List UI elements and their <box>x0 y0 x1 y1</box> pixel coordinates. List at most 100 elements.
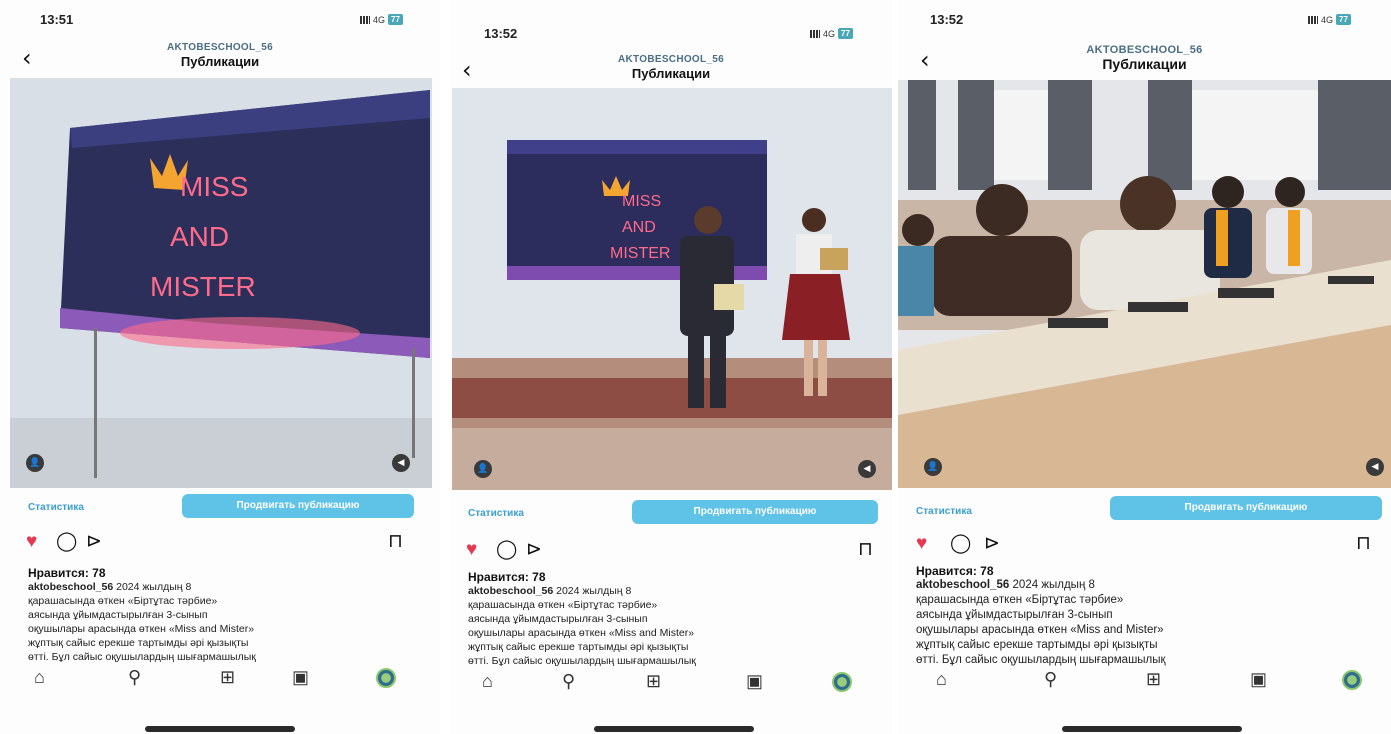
like-heart-icon[interactable]: ♥ <box>916 534 927 553</box>
comment-icon[interactable]: ◯ <box>56 532 77 551</box>
screen-text-and: AND <box>622 219 656 236</box>
bottom-tab-bar: ⌂ ⚲ ⊞ ▣ <box>34 668 404 698</box>
stage-performance-image: MISS AND MISTER <box>452 88 892 490</box>
bookmark-icon[interactable]: ⊓ <box>1356 534 1371 553</box>
search-icon[interactable]: ⚲ <box>562 672 575 690</box>
profile-avatar-icon[interactable] <box>1342 670 1362 690</box>
network-type: 4G <box>373 14 386 25</box>
caption-line: 2024 жылдың 8 <box>1009 579 1095 591</box>
battery-icon: 77 <box>1336 14 1351 25</box>
profile-avatar-icon[interactable] <box>376 668 396 688</box>
share-icon[interactable]: ⊳ <box>86 532 102 551</box>
caption-line: 2024 жылдың 8 <box>553 585 632 597</box>
caption-line: жұптық сайыс ерекше тартымды әрі қызықты <box>916 639 1158 651</box>
search-icon[interactable]: ⚲ <box>1044 670 1057 688</box>
post-photo[interactable]: MISS AND MISTER 👤 ◀ <box>452 88 892 490</box>
post-caption: aktobeschool_56 2024 жылдың 8 қарашасынд… <box>916 578 1378 668</box>
caption-line: қарашасында өткен «Біртұтас тәрбие» <box>28 595 218 607</box>
bookmark-icon[interactable]: ⊓ <box>858 540 873 559</box>
signal-indicator: 4G 77 <box>810 28 853 39</box>
share-icon[interactable]: ⊳ <box>526 540 542 559</box>
home-indicator[interactable] <box>145 726 295 732</box>
page-title: Публикации <box>631 66 711 81</box>
signal-bars-icon <box>810 29 820 38</box>
caption-line: аясында ұйымдастырылған 3-сынып <box>28 609 208 621</box>
statistics-link[interactable]: Статистика <box>916 506 972 517</box>
caption-line: аясында ұйымдастырылған 3-сынып <box>916 609 1113 621</box>
audience-image <box>898 80 1391 488</box>
reels-icon[interactable]: ▣ <box>746 672 763 690</box>
screen-text-and: AND <box>170 221 229 252</box>
clock: 13:52 <box>930 12 964 27</box>
home-icon[interactable]: ⌂ <box>482 672 493 690</box>
home-icon[interactable]: ⌂ <box>34 668 45 686</box>
stage-screen-image: MISS AND MISTER <box>10 78 432 488</box>
search-icon[interactable]: ⚲ <box>128 668 141 686</box>
caption-line: оқушылары арасында өткен «Miss and Miste… <box>916 624 1164 636</box>
promote-button[interactable]: Продвигать публикацию <box>632 500 878 524</box>
caption-line: өтті. Бұл сайыс оқушылардың шығармашылық <box>468 655 696 667</box>
comment-icon[interactable]: ◯ <box>496 540 517 559</box>
add-post-icon[interactable]: ⊞ <box>220 668 235 686</box>
signal-bars-icon <box>360 15 370 24</box>
phone-screen-2: 13:52 4G 77 ‹ AKTOBESCHOOL_56 Публикации… <box>450 0 892 734</box>
promote-button[interactable]: Продвигать публикацию <box>1110 496 1382 520</box>
signal-indicator: 4G 77 <box>360 14 403 25</box>
comment-icon[interactable]: ◯ <box>950 534 971 553</box>
clock: 13:51 <box>40 12 74 27</box>
signal-indicator: 4G 77 <box>1308 14 1351 25</box>
account-name[interactable]: AKTOBESCHOOL_56 <box>0 42 440 53</box>
caption-username[interactable]: aktobeschool_56 <box>28 581 113 593</box>
battery-icon: 77 <box>838 28 853 39</box>
profile-avatar-icon[interactable] <box>832 672 852 692</box>
mute-icon[interactable]: ◀ <box>858 460 876 478</box>
share-icon[interactable]: ⊳ <box>984 534 1000 553</box>
signal-bars-icon <box>1308 15 1318 24</box>
promote-button[interactable]: Продвигать публикацию <box>182 494 414 518</box>
bottom-tab-bar: ⌂ ⚲ ⊞ ▣ <box>482 672 862 702</box>
tagged-people-icon[interactable]: 👤 <box>924 458 942 476</box>
bookmark-icon[interactable]: ⊓ <box>388 532 403 551</box>
caption-line: қарашасында өткен «Біртұтас тәрбие» <box>468 599 658 611</box>
bottom-tab-bar: ⌂ ⚲ ⊞ ▣ <box>936 670 1366 700</box>
reels-icon[interactable]: ▣ <box>1250 670 1267 688</box>
reels-icon[interactable]: ▣ <box>292 668 309 686</box>
mute-icon[interactable]: ◀ <box>1366 458 1384 476</box>
likes-count[interactable]: Нравится: 78 <box>916 564 994 578</box>
mute-icon[interactable]: ◀ <box>392 454 410 472</box>
phone-screen-1: 13:51 4G 77 ‹ AKTOBESCHOOL_56 Публикации… <box>0 0 440 734</box>
caption-line: оқушылары арасында өткен «Miss and Miste… <box>468 627 695 639</box>
caption-username[interactable]: aktobeschool_56 <box>468 585 553 597</box>
screen-text-mister: MISTER <box>610 245 670 262</box>
caption-line: жұптық сайыс ерекше тартымды әрі қызықты <box>28 637 249 649</box>
post-photo[interactable]: MISS AND MISTER 👤 ◀ <box>10 78 432 488</box>
battery-icon: 77 <box>388 14 403 25</box>
home-indicator[interactable] <box>1062 726 1242 732</box>
tagged-people-icon[interactable]: 👤 <box>26 454 44 472</box>
status-bar: 13:52 4G 77 <box>450 8 892 41</box>
post-actions: ♥ ◯ ⊳ ⊓ <box>466 540 876 562</box>
likes-count[interactable]: Нравится: 78 <box>468 570 546 584</box>
post-caption: aktobeschool_56 2024 жылдың 8 қарашасынд… <box>468 584 878 668</box>
caption-line: жұптық сайыс ерекше тартымды әрі қызықты <box>468 641 689 653</box>
like-heart-icon[interactable]: ♥ <box>26 532 37 551</box>
like-heart-icon[interactable]: ♥ <box>466 540 477 559</box>
screen-text-miss: MISS <box>622 193 661 210</box>
tagged-people-icon[interactable]: 👤 <box>474 460 492 478</box>
status-bar: 13:52 4G 77 <box>898 8 1391 32</box>
statistics-link[interactable]: Статистика <box>468 508 524 519</box>
account-name[interactable]: AKTOBESCHOOL_56 <box>450 54 892 65</box>
home-indicator[interactable] <box>594 726 754 732</box>
post-photo[interactable]: 👤 ◀ <box>898 80 1391 488</box>
statistics-link[interactable]: Статистика <box>28 502 84 513</box>
likes-count[interactable]: Нравится: 78 <box>28 566 106 580</box>
status-bar: 13:51 4G 77 <box>0 8 440 32</box>
home-icon[interactable]: ⌂ <box>936 670 947 688</box>
caption-username[interactable]: aktobeschool_56 <box>916 579 1009 591</box>
add-post-icon[interactable]: ⊞ <box>1146 670 1161 688</box>
page-title: Публикации <box>1102 56 1187 72</box>
network-type: 4G <box>823 28 836 39</box>
add-post-icon[interactable]: ⊞ <box>646 672 661 690</box>
caption-line: қарашасында өткен «Біртұтас тәрбие» <box>916 594 1124 606</box>
account-name[interactable]: AKTOBESCHOOL_56 <box>898 44 1391 56</box>
